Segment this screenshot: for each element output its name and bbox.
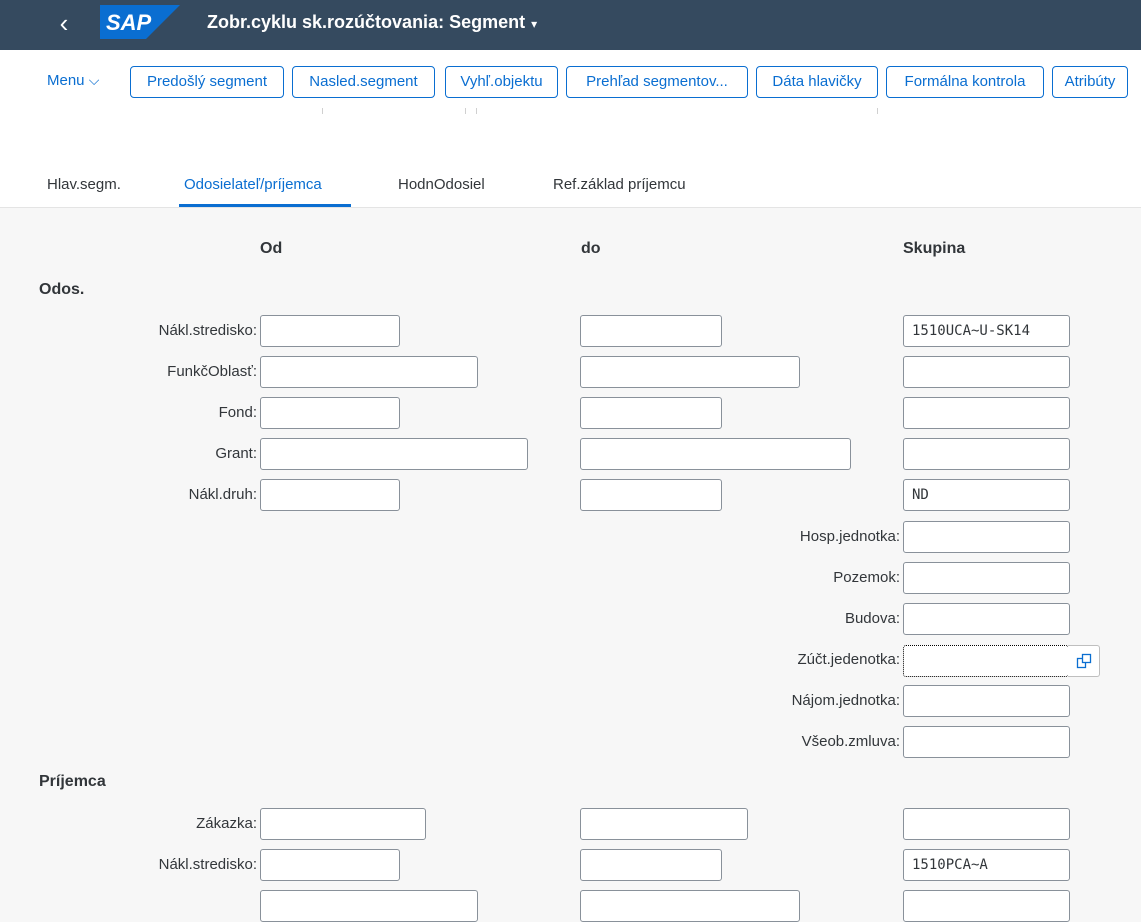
next-segment-button[interactable]: Nasled.segment xyxy=(292,66,435,98)
column-header-group: Skupina xyxy=(903,240,966,257)
back-button[interactable]: ‹ xyxy=(48,8,80,40)
sender-cost-center-to[interactable] xyxy=(580,315,722,347)
sender-cost-element-group[interactable] xyxy=(903,479,1070,511)
sender-grant-from[interactable] xyxy=(260,438,528,470)
building-label: Budova: xyxy=(844,610,900,627)
receiver-cost-center-to[interactable] xyxy=(580,849,722,881)
sender-fund-label: Fond: xyxy=(218,404,257,421)
land-label: Pozemok: xyxy=(833,569,900,586)
app-title-text: Zobr.cyklu sk.rozúčtovania: Segment xyxy=(207,12,526,32)
receiver-cost-center-from[interactable] xyxy=(260,849,400,881)
previous-segment-button[interactable]: Predošlý segment xyxy=(130,66,284,98)
chevron-down-icon: ⌵ xyxy=(88,72,100,88)
business-entity-label: Hosp.jednotka: xyxy=(799,528,900,545)
sender-functional-area-group[interactable] xyxy=(903,356,1070,388)
chevron-left-icon: ‹ xyxy=(59,8,69,38)
active-tab-indicator xyxy=(179,204,351,207)
segment-overview-button[interactable]: Prehľad segmentov... xyxy=(566,66,748,98)
tab-sender-receiver[interactable]: Odosielateľ/príjemca xyxy=(184,176,322,193)
receiver-cost-center-group[interactable] xyxy=(903,849,1070,881)
general-contract-label: Všeob.zmluva: xyxy=(801,733,900,750)
sap-logo-text: SAP xyxy=(106,10,152,35)
app-title[interactable]: Zobr.cyklu sk.rozúčtovania: Segment ▾ xyxy=(207,12,537,33)
sender-fund-from[interactable] xyxy=(260,397,400,429)
sender-fund-to[interactable] xyxy=(580,397,722,429)
sender-grant-label: Grant: xyxy=(215,445,257,462)
settlement-unit-label: Zúčt.jedenotka: xyxy=(797,651,900,668)
column-header-to: do xyxy=(581,240,601,257)
sender-cost-element-label: Nákl.druh: xyxy=(188,486,257,503)
caret-down-icon: ▾ xyxy=(531,17,538,31)
value-help-button[interactable] xyxy=(1068,645,1100,677)
menu-label: Menu xyxy=(47,72,85,89)
receiver-cost-center-label: Nákl.stredisko: xyxy=(158,856,257,873)
building-group[interactable] xyxy=(903,603,1070,635)
sender-functional-area-label: FunkčOblasť: xyxy=(167,363,257,380)
sender-section-title: Odos. xyxy=(39,281,85,298)
receiver-next-group[interactable] xyxy=(903,890,1070,922)
sap-logo: SAP xyxy=(100,5,180,39)
tab-receiver-base[interactable]: Ref.základ príjemcu xyxy=(553,176,686,193)
sender-functional-area-to[interactable] xyxy=(580,356,800,388)
header-data-button[interactable]: Dáta hlavičky xyxy=(756,66,878,98)
column-header-from: Od xyxy=(260,240,283,257)
tab-bar xyxy=(0,114,1141,208)
sender-fund-group[interactable] xyxy=(903,397,1070,429)
sender-cost-element-from[interactable] xyxy=(260,479,400,511)
sender-cost-element-to[interactable] xyxy=(580,479,722,511)
menu-button[interactable]: Menu ⌵ xyxy=(47,72,99,89)
rental-unit-label: Nájom.jednotka: xyxy=(791,692,900,709)
receiver-next-to[interactable] xyxy=(580,890,800,922)
land-group[interactable] xyxy=(903,562,1070,594)
rental-unit-group[interactable] xyxy=(903,685,1070,717)
sender-functional-area-from[interactable] xyxy=(260,356,478,388)
receiver-order-to[interactable] xyxy=(580,808,748,840)
value-help-icon xyxy=(1076,653,1091,669)
attributes-button[interactable]: Atribúty xyxy=(1052,66,1128,98)
shell-bar: ‹ SAP Zobr.cyklu sk.rozúčtovania: Segmen… xyxy=(0,0,1141,50)
receiver-next-from[interactable] xyxy=(260,890,478,922)
business-entity-group[interactable] xyxy=(903,521,1070,553)
sender-grant-to[interactable] xyxy=(580,438,851,470)
tab-main-segment[interactable]: Hlav.segm. xyxy=(47,176,121,193)
sender-cost-center-group[interactable] xyxy=(903,315,1070,347)
general-contract-group[interactable] xyxy=(903,726,1070,758)
receiver-order-group[interactable] xyxy=(903,808,1070,840)
sender-grant-group[interactable] xyxy=(903,438,1070,470)
formal-check-button[interactable]: Formálna kontrola xyxy=(886,66,1044,98)
receiver-order-label: Zákazka: xyxy=(196,815,257,832)
receiver-section-title: Príjemca xyxy=(39,773,106,790)
tab-sender-values[interactable]: HodnOdosiel xyxy=(398,176,485,193)
receiver-order-from[interactable] xyxy=(260,808,426,840)
find-object-button[interactable]: Vyhľ.objektu xyxy=(445,66,558,98)
sender-cost-center-label: Nákl.stredisko: xyxy=(158,322,257,339)
sender-cost-center-from[interactable] xyxy=(260,315,400,347)
settlement-unit-group[interactable] xyxy=(903,645,1069,677)
